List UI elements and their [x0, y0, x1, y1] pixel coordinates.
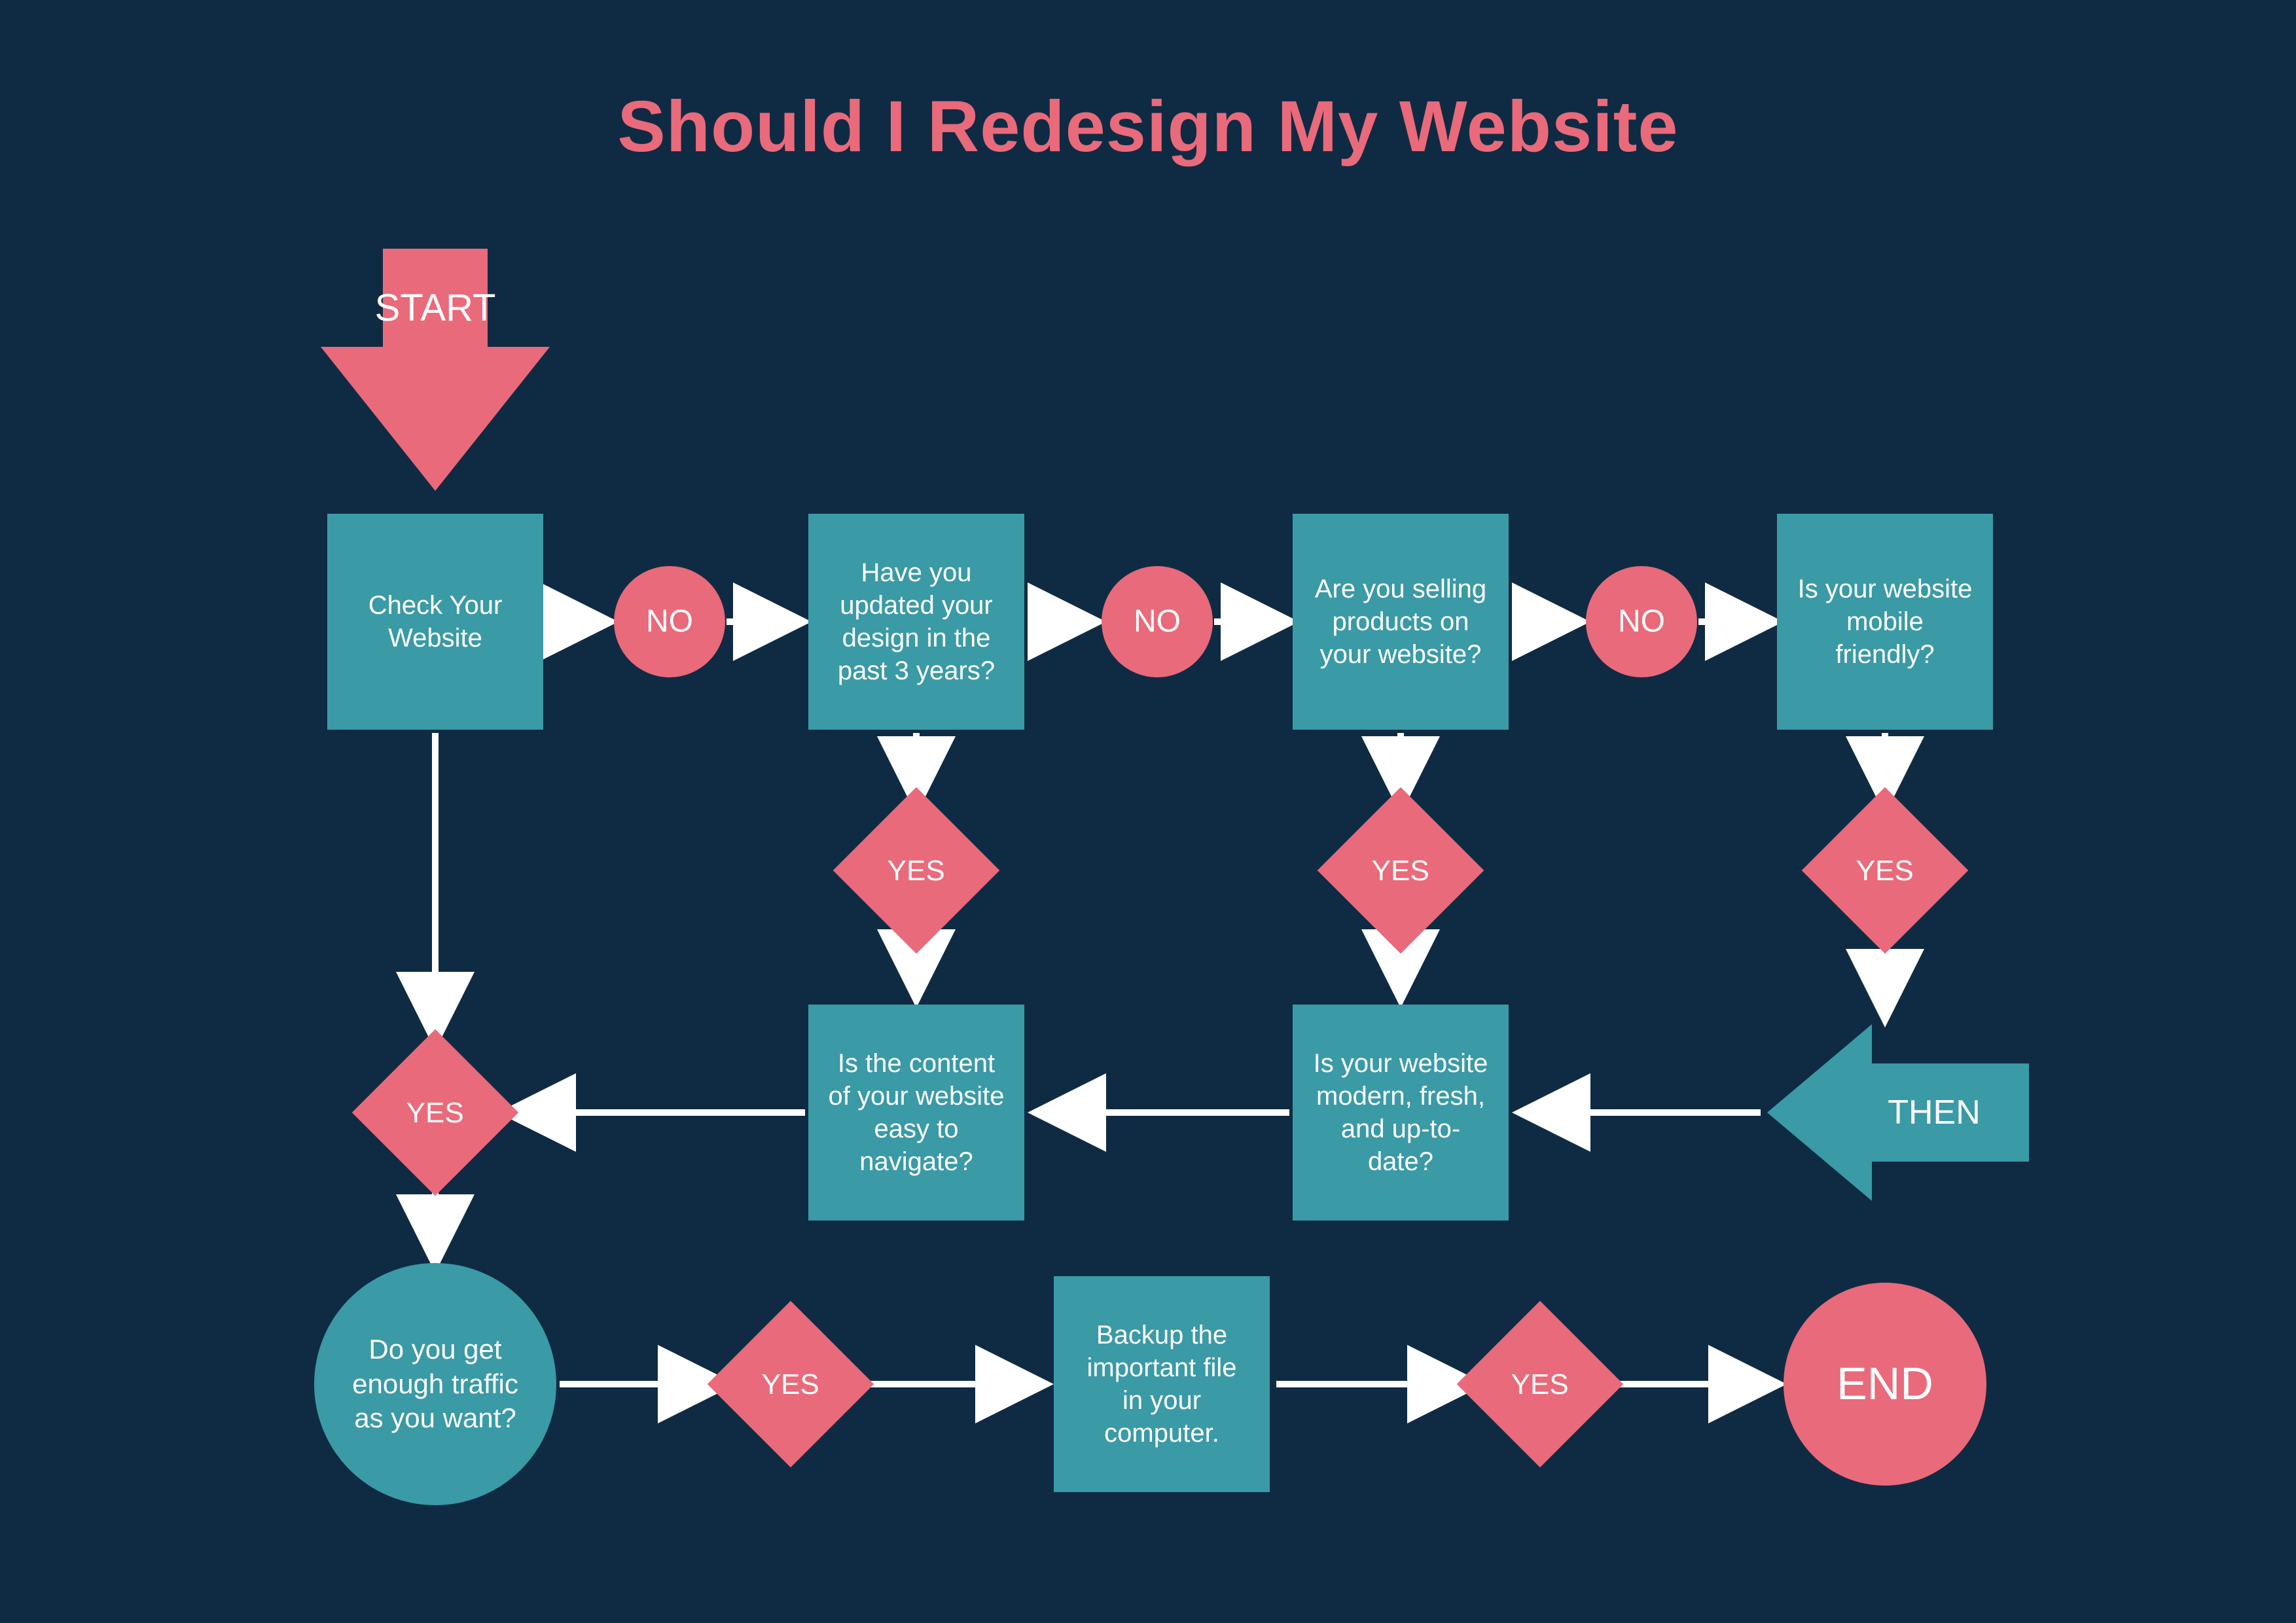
yes-left: YES: [352, 1029, 519, 1196]
no-2: NO: [1102, 566, 1213, 677]
box-updated: Have you updated your design in the past…: [808, 514, 1024, 730]
yes-2: YES: [1318, 787, 1484, 954]
then-label: THEN: [1888, 1094, 1981, 1132]
box-check: Check Your Website: [327, 514, 543, 730]
box-mobile: Is your website mobile friendly?: [1777, 514, 1993, 730]
start-label: START: [375, 287, 496, 329]
box-modern: Is your website modern, fresh, and up-to…: [1293, 1005, 1509, 1221]
yes-1: YES: [833, 787, 1000, 954]
then-arrow: THEN: [1767, 1024, 2029, 1201]
circle-traffic: Do you get enough traffic as you want?: [314, 1263, 556, 1505]
yes-4: YES: [708, 1301, 874, 1468]
start-arrow: START: [321, 249, 550, 491]
yes-3: YES: [1802, 787, 1969, 954]
box-selling: Are you selling products on your website…: [1293, 514, 1509, 730]
page-title: Should I Redesign My Website: [0, 85, 2296, 168]
yes-5: YES: [1457, 1301, 1624, 1468]
box-backup: Backup the important file in your comput…: [1054, 1276, 1270, 1492]
no-1: NO: [614, 566, 725, 677]
no-3: NO: [1586, 566, 1697, 677]
box-navigate: Is the content of your website easy to n…: [808, 1005, 1024, 1221]
circle-end: END: [1784, 1283, 1986, 1486]
